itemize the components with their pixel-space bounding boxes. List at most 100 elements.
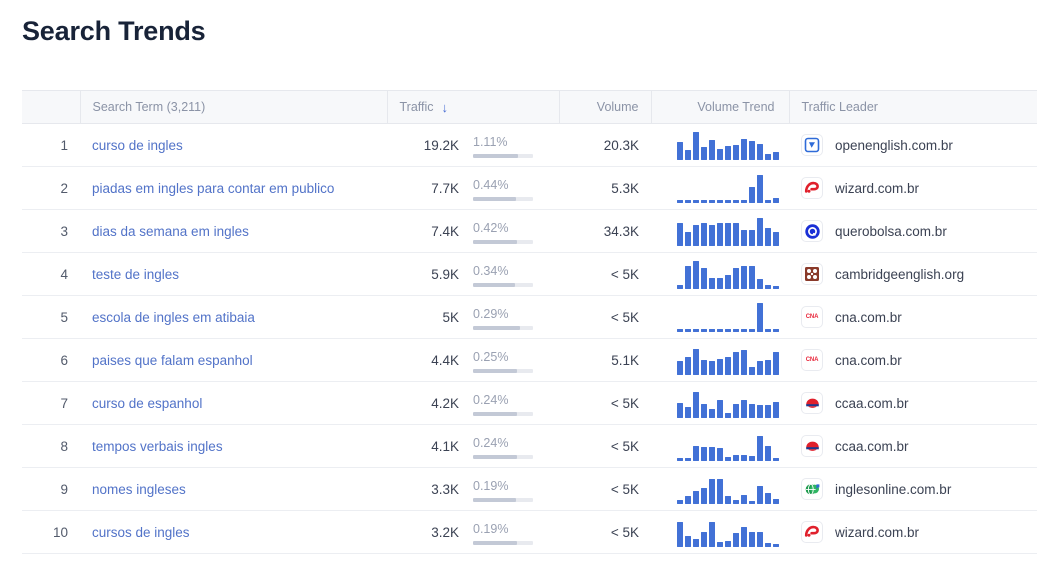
search-term-link[interactable]: escola de ingles em atibaia (92, 310, 255, 325)
search-trends-table: Search Term (3,211) Traffic ↓ Volume Volu… (22, 90, 1037, 554)
traffic-value: 4.2K (431, 395, 459, 411)
sparkline-bar (693, 261, 699, 289)
traffic-inner: 4.4K 0.25% (399, 348, 547, 373)
sparkline-bar (709, 479, 715, 504)
row-traffic-cell: 3.3K 0.19% (387, 467, 559, 511)
table-row[interactable]: 6 paises que falam espanhol 4.4K 0.25% 5.1K C… (22, 338, 1037, 382)
sparkline-bar (765, 446, 771, 461)
volume-trend-sparkline (663, 517, 779, 547)
traffic-percent-block: 0.19% (473, 477, 535, 502)
search-term-link[interactable]: piadas em ingles para contar em publico (92, 181, 334, 196)
sparkline-bar (685, 357, 691, 375)
traffic-percent-bar (473, 282, 533, 287)
wizard-icon (801, 177, 823, 199)
search-term-link[interactable]: curso de espanhol (92, 396, 202, 411)
sparkline-bar (765, 360, 771, 375)
column-header-volume-trend[interactable]: Volume Trend (651, 90, 790, 124)
querobolsa-icon (801, 220, 823, 242)
search-term-link[interactable]: curso de ingles (92, 138, 183, 153)
sparkline-bar (773, 352, 779, 375)
page-title: Search Trends (22, 16, 206, 46)
sparkline-bar (709, 200, 715, 203)
sparkline-bar (757, 218, 763, 246)
search-term-link[interactable]: nomes ingleses (92, 482, 186, 497)
table-row[interactable]: 3 dias da semana em ingles 7.4K 0.42% 34.3K q… (22, 209, 1037, 253)
traffic-leader-domain[interactable]: wizard.com.br (835, 181, 919, 196)
search-term-link[interactable]: tempos verbais ingles (92, 439, 223, 454)
column-header-traffic[interactable]: Traffic ↓ (387, 90, 560, 124)
traffic-leader-domain[interactable]: querobolsa.com.br (835, 224, 947, 239)
sparkline-bar (717, 542, 723, 547)
table-row[interactable]: 9 nomes ingleses 3.3K 0.19% < 5K inglesonline… (22, 467, 1037, 511)
row-traffic-leader-cell: wizard.com.br (789, 166, 1037, 210)
cna-icon: CNA (801, 306, 823, 328)
sparkline-bar (757, 486, 763, 504)
sparkline-bar (685, 232, 691, 246)
row-volume: < 5K (559, 252, 651, 296)
sparkline-bar (685, 200, 691, 203)
traffic-percent-bar-fill (473, 497, 517, 502)
traffic-leader-domain[interactable]: cna.com.br (835, 353, 902, 368)
volume-trend-sparkline (663, 302, 779, 332)
sparkline-bar (677, 361, 683, 375)
sparkline-bar (677, 403, 683, 418)
sparkline-bar (749, 501, 755, 504)
sparkline-bar (685, 458, 691, 461)
table-row[interactable]: 4 teste de ingles 5.9K 0.34% < 5K cambridgeen… (22, 252, 1037, 296)
sparkline-bar (725, 413, 731, 418)
sparkline-bar (685, 536, 691, 547)
table-row[interactable]: 1 curso de ingles 19.2K 1.11% 20.3K openengli… (22, 123, 1037, 167)
table-row[interactable]: 2 piadas em ingles para contar em publico… (22, 166, 1037, 210)
ccaa-icon (801, 392, 823, 414)
traffic-leader-inner: wizard.com.br (801, 521, 1025, 543)
table-row[interactable]: 7 curso de espanhol 4.2K 0.24% < 5K ccaa.com.… (22, 381, 1037, 425)
sparkline-bar (725, 275, 731, 289)
traffic-leader-inner: querobolsa.com.br (801, 220, 1025, 242)
sparkline-bar (741, 230, 747, 246)
sparkline-bar (685, 407, 691, 418)
search-term-link[interactable]: dias da semana em ingles (92, 224, 249, 239)
row-rank: 2 (22, 166, 80, 210)
sparkline-bar (733, 268, 739, 289)
column-header-volume-trend-label: Volume Trend (697, 100, 775, 114)
sparkline-bar (749, 230, 755, 246)
column-header-traffic-leader[interactable]: Traffic Leader (789, 90, 1037, 124)
traffic-leader-domain[interactable]: ccaa.com.br (835, 439, 909, 454)
traffic-leader-domain[interactable]: cna.com.br (835, 310, 902, 325)
traffic-leader-domain[interactable]: wizard.com.br (835, 525, 919, 540)
traffic-leader-domain[interactable]: cambridgeenglish.org (835, 267, 964, 282)
sparkline-bar (773, 232, 779, 246)
table-row[interactable]: 5 escola de ingles em atibaia 5K 0.29% < 5K C… (22, 295, 1037, 339)
sparkline-bar (725, 357, 731, 375)
sparkline-bar (757, 405, 763, 418)
sparkline-bar (693, 225, 699, 246)
search-term-link[interactable]: cursos de ingles (92, 525, 190, 540)
sparkline-bar (741, 495, 747, 504)
column-header-volume[interactable]: Volume (559, 90, 652, 124)
sparkline-bar (733, 200, 739, 203)
table-row[interactable]: 8 tempos verbais ingles 4.1K 0.24% < 5K ccaa.… (22, 424, 1037, 468)
column-header-search-term[interactable]: Search Term (3,211) (80, 90, 388, 124)
sparkline-bar (733, 500, 739, 504)
sparkline-bar (765, 154, 771, 160)
sparkline-bar (717, 400, 723, 418)
sparkline-bar (733, 455, 739, 461)
row-traffic-cell: 7.7K 0.44% (387, 166, 559, 210)
search-term-link[interactable]: paises que falam espanhol (92, 353, 253, 368)
traffic-leader-domain[interactable]: ccaa.com.br (835, 396, 909, 411)
sparkline-bar (693, 349, 699, 375)
row-rank: 7 (22, 381, 80, 425)
row-traffic-cell: 4.2K 0.24% (387, 381, 559, 425)
row-traffic-leader-cell: openenglish.com.br (789, 123, 1037, 167)
row-traffic-leader-cell: CNA cna.com.br (789, 295, 1037, 339)
search-term-link[interactable]: teste de ingles (92, 267, 179, 282)
sparkline-bar (773, 402, 779, 418)
traffic-leader-domain[interactable]: inglesonline.com.br (835, 482, 951, 497)
row-search-term-cell: escola de ingles em atibaia (80, 295, 387, 339)
sparkline-bar (685, 150, 691, 160)
sparkline-bar (757, 144, 763, 160)
traffic-value: 19.2K (423, 137, 459, 153)
traffic-leader-domain[interactable]: openenglish.com.br (835, 138, 953, 153)
table-row[interactable]: 10 cursos de ingles 3.2K 0.19% < 5K wizard.co… (22, 510, 1037, 554)
volume-trend-sparkline (663, 173, 779, 203)
